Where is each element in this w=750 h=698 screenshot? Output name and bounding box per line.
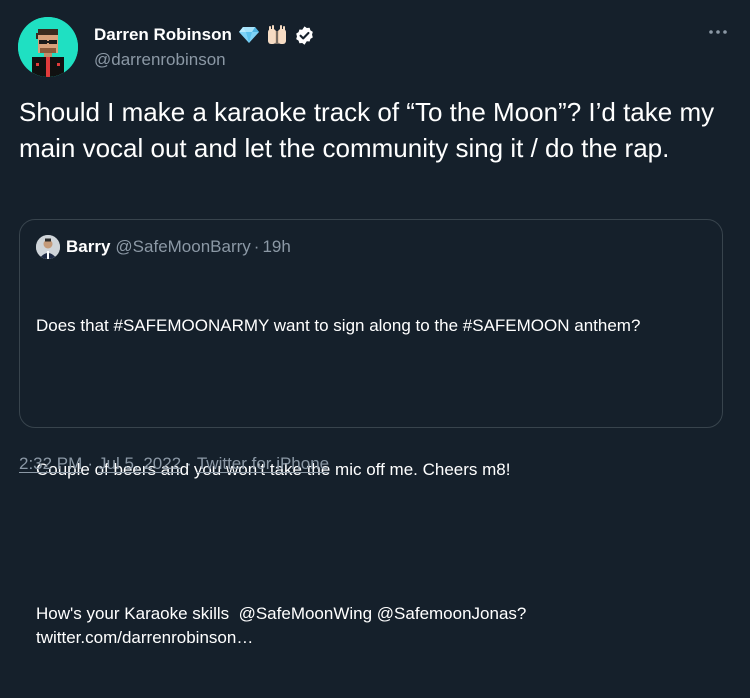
tweet-text: Should I make a karaoke track of “To the… <box>19 97 722 163</box>
tweet-source[interactable]: Twitter for iPhone <box>197 454 329 474</box>
quoted-author-avatar[interactable] <box>36 235 60 259</box>
tweet-date[interactable]: Jul 5, 2022 <box>98 454 181 474</box>
quoted-display-name[interactable]: Barry <box>66 237 110 257</box>
more-dots-icon[interactable] <box>708 22 728 42</box>
meta-separator: · <box>87 454 93 473</box>
tweet-time[interactable]: 2:32 PM <box>19 454 82 474</box>
person-photo-icon <box>36 235 60 259</box>
author-handle[interactable]: @darrenrobinson <box>94 50 226 70</box>
author-name-row: Darren Robinson <box>94 23 316 47</box>
pixel-avatar-icon <box>18 17 78 77</box>
meta-separator-2: · <box>186 454 192 473</box>
tweet-card: Darren Robinson @darrenrobinson Should I… <box>0 0 750 647</box>
gem-stone-icon <box>238 24 260 46</box>
quoted-tweet[interactable]: Barry @SafeMoonBarry · 19h Does that #SA… <box>19 219 723 647</box>
verified-badge-icon <box>294 24 316 46</box>
quoted-header: Barry @SafeMoonBarry · 19h <box>66 236 291 258</box>
quoted-paragraph-3: How's your Karaoke skills @SafeMoonWing … <box>36 604 532 647</box>
quoted-handle[interactable]: @SafeMoonBarry <box>115 237 250 257</box>
author-avatar[interactable] <box>18 17 78 77</box>
raised-hands-icon <box>266 24 288 46</box>
quoted-paragraph-1: Does that #SAFEMOONARMY want to sign alo… <box>36 316 641 335</box>
tweet-metadata: 2:32 PM · Jul 5, 2022 · Twitter for iPho… <box>19 454 329 474</box>
author-display-name[interactable]: Darren Robinson <box>94 25 232 45</box>
quoted-separator: · <box>253 237 260 256</box>
quoted-time[interactable]: 19h <box>262 237 290 257</box>
quoted-text: Does that #SAFEMOONARMY want to sign alo… <box>36 266 708 698</box>
